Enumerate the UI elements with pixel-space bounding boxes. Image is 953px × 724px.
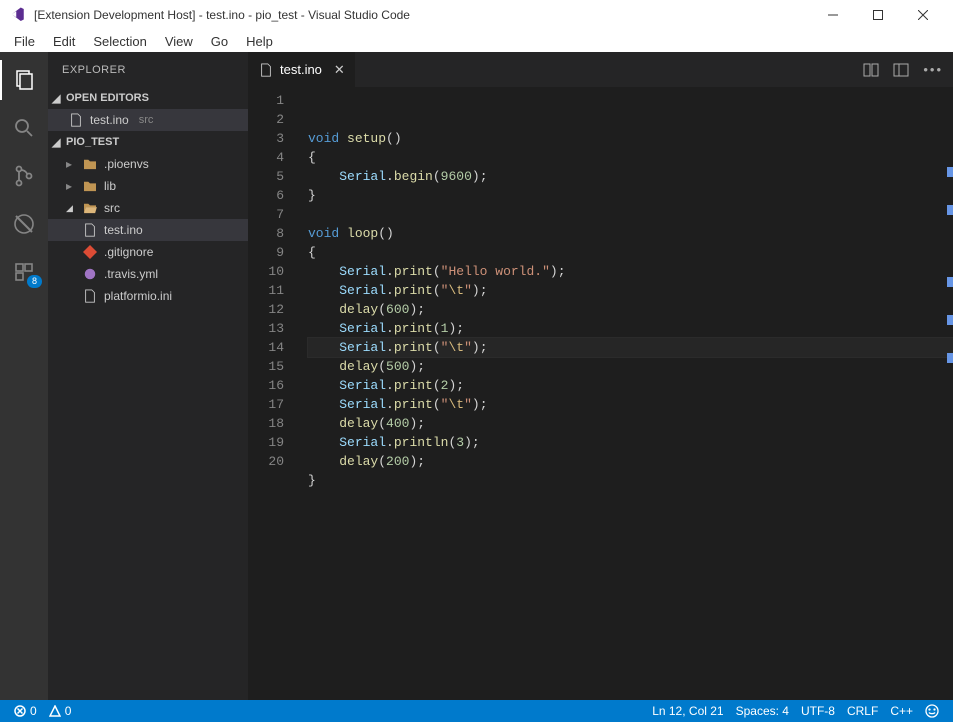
split-editor-icon[interactable] [863,62,879,78]
status-lang[interactable]: C++ [884,704,919,718]
menu-go[interactable]: Go [203,32,236,51]
status-bar: 0 0 Ln 12, Col 21 Spaces: 4 UTF-8 CRLF C… [0,700,953,722]
vscode-logo-icon [8,6,26,24]
tab-testino[interactable]: test.ino ✕ [248,52,356,87]
chevron-down-icon: ◢ [52,136,62,149]
menu-file[interactable]: File [6,32,43,51]
close-button[interactable] [900,0,945,30]
status-eol[interactable]: CRLF [841,704,884,718]
tree-folder-src[interactable]: ◢ src [48,197,248,219]
file-icon [82,288,98,304]
sidebar-title: EXPLORER [48,52,248,87]
code-editor[interactable]: 1234567891011121314151617181920 void set… [248,87,953,700]
section-open-editors[interactable]: ◢ OPEN EDITORS [48,87,248,109]
overview-ruler [941,87,953,700]
yaml-icon [82,266,98,282]
section-project[interactable]: ◢ PIO_TEST [48,131,248,153]
folder-icon [82,178,98,194]
activity-search[interactable] [0,108,48,148]
tree-file-travis[interactable]: .travis.yml [48,263,248,285]
activity-explorer[interactable] [0,60,48,100]
chevron-right-icon: ▸ [66,157,76,171]
minimize-button[interactable] [810,0,855,30]
editor-actions: ••• [863,52,953,87]
chevron-down-icon: ◢ [66,203,76,214]
chevron-right-icon: ▸ [66,179,76,193]
editor-layout-icon[interactable] [893,62,909,78]
menu-view[interactable]: View [157,32,201,51]
menubar: File Edit Selection View Go Help [0,30,953,52]
folder-icon [82,156,98,172]
window-controls [810,0,945,30]
activity-extensions[interactable]: 8 [0,252,48,292]
chevron-down-icon: ◢ [52,92,62,105]
status-spaces[interactable]: Spaces: 4 [730,704,795,718]
file-icon [258,62,274,78]
status-feedback-icon[interactable] [919,704,945,718]
menu-edit[interactable]: Edit [45,32,83,51]
git-icon [82,244,98,260]
open-editor-item[interactable]: test.ino src [48,109,248,131]
close-icon[interactable]: ✕ [334,62,345,78]
file-icon [82,222,98,238]
maximize-button[interactable] [855,0,900,30]
titlebar: [Extension Development Host] - test.ino … [0,0,953,30]
workbench: 8 EXPLORER ◢ OPEN EDITORS test.ino src ◢… [0,52,953,700]
line-gutter: 1234567891011121314151617181920 [248,87,300,700]
sidebar: EXPLORER ◢ OPEN EDITORS test.ino src ◢ P… [48,52,248,700]
status-lncol[interactable]: Ln 12, Col 21 [646,704,729,718]
file-icon [68,112,84,128]
extensions-badge: 8 [27,275,42,288]
status-errors[interactable]: 0 [8,704,43,718]
tree-file-gitignore[interactable]: .gitignore [48,241,248,263]
activity-debug[interactable] [0,204,48,244]
more-icon[interactable]: ••• [923,62,943,77]
activity-scm[interactable] [0,156,48,196]
tab-bar: test.ino ✕ ••• [248,52,953,87]
status-encoding[interactable]: UTF-8 [795,704,841,718]
tree-folder-pioenvs[interactable]: ▸ .pioenvs [48,153,248,175]
tree-file-testino[interactable]: test.ino [48,219,248,241]
folder-open-icon [82,200,98,216]
status-warnings[interactable]: 0 [43,704,78,718]
menu-help[interactable]: Help [238,32,281,51]
code-content[interactable]: void setup(){ Serial.begin(9600);}void l… [300,87,953,700]
activity-bar: 8 [0,52,48,700]
tree-folder-lib[interactable]: ▸ lib [48,175,248,197]
tree-file-platformio[interactable]: platformio.ini [48,285,248,307]
editor-group: test.ino ✕ ••• 1234567891011121314151617… [248,52,953,700]
menu-selection[interactable]: Selection [85,32,154,51]
window-title: [Extension Development Host] - test.ino … [34,8,810,22]
